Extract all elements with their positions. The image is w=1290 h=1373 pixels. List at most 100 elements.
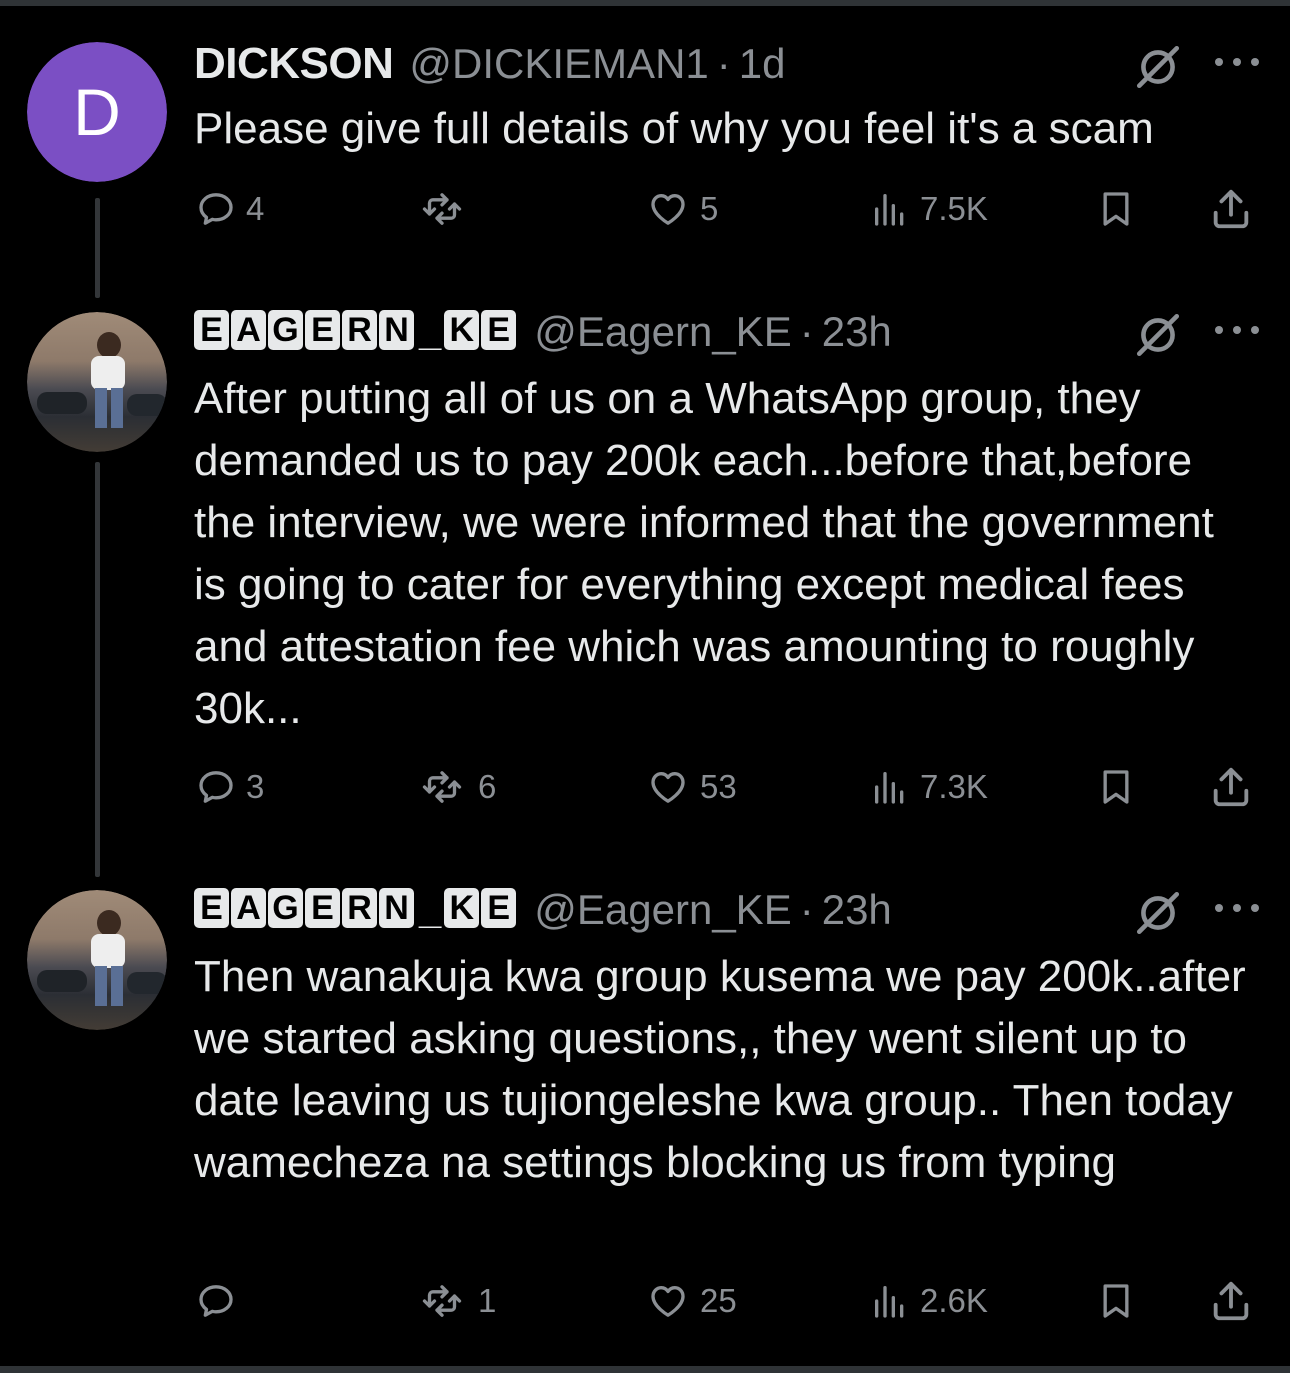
separator: · bbox=[799, 886, 814, 933]
bookmark-icon bbox=[1096, 1279, 1136, 1323]
name-letter: E bbox=[481, 309, 517, 350]
more-icon[interactable] bbox=[1212, 52, 1262, 72]
avatar[interactable] bbox=[27, 312, 167, 452]
avatar[interactable] bbox=[27, 890, 167, 1030]
reply-icon bbox=[196, 1281, 236, 1321]
action-bar: 3 6 53 7.3K bbox=[0, 762, 1290, 812]
display-name[interactable]: DICKSON bbox=[194, 39, 394, 89]
view-count: 7.3K bbox=[920, 768, 988, 805]
grok-icon[interactable] bbox=[1133, 888, 1183, 938]
reply-icon bbox=[196, 767, 236, 807]
separator: · bbox=[799, 308, 814, 355]
avatar[interactable]: D bbox=[27, 42, 167, 182]
name-letter: N bbox=[379, 309, 414, 350]
action-bar: 4 5 7.5K bbox=[0, 184, 1290, 234]
display-name[interactable]: E A G E R N _ K E bbox=[194, 309, 518, 355]
share-icon bbox=[1208, 186, 1254, 232]
name-letter: N bbox=[379, 887, 414, 928]
name-letter: G bbox=[268, 887, 303, 928]
display-name[interactable]: E A G E R N _ K E bbox=[194, 887, 518, 933]
like-icon bbox=[646, 1281, 690, 1321]
name-letter: E bbox=[305, 887, 340, 928]
reply-count: 4 bbox=[246, 190, 265, 227]
avatar-photo bbox=[27, 890, 167, 1030]
like-icon bbox=[646, 767, 690, 807]
user-handle[interactable]: @Eagern_KE bbox=[534, 308, 791, 356]
user-handle[interactable]: @DICKIEMAN1 bbox=[409, 40, 708, 88]
views-button[interactable]: 7.5K bbox=[870, 184, 988, 234]
tweet-text: After putting all of us on a WhatsApp gr… bbox=[194, 374, 1214, 733]
repost-icon bbox=[416, 767, 468, 807]
name-letter: A bbox=[231, 309, 266, 350]
name-letter: E bbox=[194, 309, 229, 350]
timestamp[interactable]: 1d bbox=[739, 40, 786, 88]
reply-icon bbox=[196, 189, 236, 229]
view-count: 7.5K bbox=[920, 190, 988, 227]
like-icon bbox=[646, 189, 690, 229]
reply-button[interactable]: 4 bbox=[196, 184, 264, 234]
name-letter: E bbox=[194, 887, 229, 928]
tweet-header: E A G E R N _ K E @Eagern_KE · 23h bbox=[194, 880, 892, 940]
repost-icon bbox=[416, 189, 468, 229]
repost-button[interactable]: 6 bbox=[416, 762, 496, 812]
avatar-letter: D bbox=[27, 42, 167, 182]
share-icon bbox=[1208, 764, 1254, 810]
grok-icon[interactable] bbox=[1133, 310, 1183, 360]
like-button[interactable]: 53 bbox=[646, 762, 737, 812]
user-handle[interactable]: @Eagern_KE bbox=[534, 886, 791, 934]
bookmark-button[interactable] bbox=[1096, 762, 1136, 812]
tweet-text: Please give full details of why you feel… bbox=[194, 104, 1154, 153]
share-icon bbox=[1208, 1278, 1254, 1324]
repost-count: 6 bbox=[478, 768, 497, 805]
like-count: 53 bbox=[700, 768, 737, 805]
view-count: 2.6K bbox=[920, 1282, 988, 1319]
share-button[interactable] bbox=[1208, 1276, 1254, 1326]
grok-icon[interactable] bbox=[1133, 42, 1183, 92]
name-letter: R bbox=[342, 887, 377, 928]
timestamp[interactable]: 23h bbox=[822, 886, 892, 934]
like-button[interactable]: 25 bbox=[646, 1276, 737, 1326]
tweet-text: Then wanakuja kwa group kusema we pay 20… bbox=[194, 952, 1246, 1187]
repost-count: 1 bbox=[478, 1282, 497, 1319]
repost-icon bbox=[416, 1281, 468, 1321]
name-letter: R bbox=[342, 309, 377, 350]
repost-button[interactable] bbox=[416, 184, 478, 234]
name-letter: K bbox=[444, 887, 480, 928]
name-letter: E bbox=[481, 887, 517, 928]
name-underscore: _ bbox=[419, 309, 442, 354]
views-icon bbox=[870, 189, 910, 229]
repost-button[interactable]: 1 bbox=[416, 1276, 496, 1326]
separator: · bbox=[716, 40, 731, 87]
like-count: 5 bbox=[700, 190, 719, 227]
name-letter: E bbox=[305, 309, 340, 350]
tweet-header: E A G E R N _ K E @Eagern_KE · 23h bbox=[194, 302, 892, 362]
bookmark-icon bbox=[1096, 765, 1136, 809]
bookmark-button[interactable] bbox=[1096, 1276, 1136, 1326]
tweet-header: DICKSON @DICKIEMAN1 · 1d bbox=[194, 34, 785, 94]
views-button[interactable]: 7.3K bbox=[870, 762, 988, 812]
bottom-divider bbox=[0, 1366, 1290, 1373]
like-button[interactable]: 5 bbox=[646, 184, 718, 234]
bookmark-icon bbox=[1096, 187, 1136, 231]
name-underscore: _ bbox=[419, 887, 442, 932]
top-divider bbox=[0, 0, 1290, 6]
more-icon[interactable] bbox=[1212, 320, 1262, 340]
views-icon bbox=[870, 1281, 910, 1321]
like-count: 25 bbox=[700, 1282, 737, 1319]
reply-button[interactable]: 3 bbox=[196, 762, 264, 812]
share-button[interactable] bbox=[1208, 184, 1254, 234]
action-bar: 1 25 2.6K bbox=[0, 1276, 1290, 1326]
reply-button[interactable] bbox=[196, 1276, 246, 1326]
views-icon bbox=[870, 767, 910, 807]
share-button[interactable] bbox=[1208, 762, 1254, 812]
more-icon[interactable] bbox=[1212, 898, 1262, 918]
thread-connector bbox=[95, 462, 100, 877]
name-letter: K bbox=[444, 309, 480, 350]
avatar-photo bbox=[27, 312, 167, 452]
reply-count: 3 bbox=[246, 768, 265, 805]
name-letter: A bbox=[231, 887, 266, 928]
views-button[interactable]: 2.6K bbox=[870, 1276, 988, 1326]
timestamp[interactable]: 23h bbox=[822, 308, 892, 356]
name-letter: G bbox=[268, 309, 303, 350]
bookmark-button[interactable] bbox=[1096, 184, 1136, 234]
